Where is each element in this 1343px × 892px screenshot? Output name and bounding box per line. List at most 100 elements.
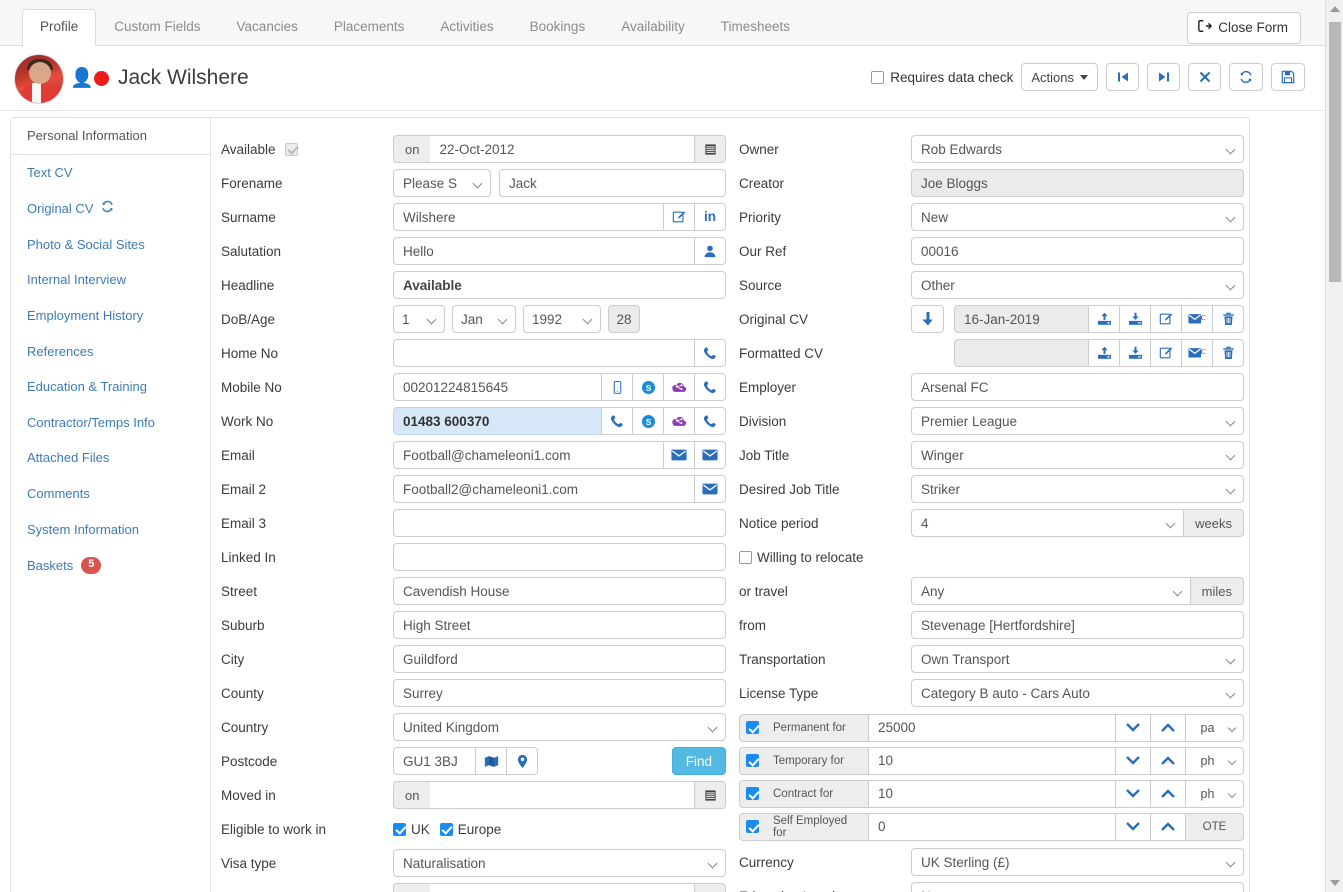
willing-to-relocate-field[interactable]: Willing to relocate [739, 550, 864, 565]
permanent-checkbox[interactable] [746, 721, 759, 734]
sidebar-item-attached-files[interactable]: Attached Files [11, 440, 210, 476]
delete-icon[interactable] [1213, 305, 1244, 333]
email-2-input[interactable]: Football2@chameleoni1.com [393, 475, 695, 503]
email-icon[interactable] [695, 441, 726, 469]
calendar-icon[interactable] [695, 883, 726, 892]
surname-input[interactable]: Wilshere [393, 203, 664, 231]
edit-icon[interactable] [664, 203, 695, 231]
temporary-checkbox[interactable] [746, 754, 759, 767]
eligible-europe-checkbox[interactable] [440, 823, 453, 836]
edit-icon[interactable] [1151, 305, 1182, 333]
self-employed-increment-button[interactable] [1151, 813, 1186, 841]
tab-timesheets[interactable]: Timesheets [703, 9, 808, 46]
sidebar-item-system-information[interactable]: System Information [11, 512, 210, 548]
temporary-increment-button[interactable] [1151, 747, 1186, 775]
home-no-input[interactable] [393, 339, 695, 367]
temporary-unit-select[interactable]: ph [1186, 747, 1244, 775]
job-title-select[interactable]: Winger [911, 441, 1244, 469]
skype-icon[interactable]: S [633, 373, 664, 401]
permanent-value-input[interactable]: 25000 [868, 714, 1116, 742]
upload-icon[interactable] [1089, 339, 1120, 367]
notice-period-select[interactable]: 4 [911, 509, 1184, 537]
phone-icon[interactable] [695, 373, 726, 401]
permanent-unit-select[interactable]: pa [1186, 714, 1244, 742]
permanent-increment-button[interactable] [1151, 714, 1186, 742]
county-input[interactable]: Surrey [393, 679, 726, 707]
cancel-button[interactable] [1188, 63, 1221, 91]
currency-select[interactable]: UK Sterling (£) [911, 848, 1244, 876]
suburb-input[interactable]: High Street [393, 611, 726, 639]
postcode-find-button[interactable]: Find [672, 747, 726, 775]
phone-icon[interactable] [602, 407, 633, 435]
tab-activities[interactable]: Activities [422, 9, 511, 46]
delete-icon[interactable] [1213, 339, 1244, 367]
vertical-scrollbar[interactable] [1325, 0, 1343, 892]
eligible-europe-field[interactable]: Europe [440, 822, 502, 837]
self-employed-checkbox-cell[interactable] [739, 813, 765, 841]
sidebar-item-contractor-temps-info[interactable]: Contractor/Temps Info [11, 405, 210, 441]
scroll-down-arrow[interactable] [1326, 874, 1343, 892]
permanent-decrement-button[interactable] [1116, 714, 1151, 742]
email-icon[interactable] [664, 441, 695, 469]
sidebar-item-employment-history[interactable]: Employment History [11, 298, 210, 334]
dob-month-select[interactable]: Jan [452, 305, 516, 333]
save-button[interactable] [1271, 63, 1305, 91]
eligible-uk-checkbox[interactable] [393, 823, 406, 836]
our-ref-input[interactable]: 00016 [911, 237, 1244, 265]
download-arrow-icon[interactable] [911, 305, 944, 333]
dob-day-select[interactable]: 1 [393, 305, 445, 333]
self-employed-decrement-button[interactable] [1116, 813, 1151, 841]
willing-to-relocate-checkbox[interactable] [739, 551, 752, 564]
first-record-button[interactable] [1106, 63, 1139, 91]
sidebar-item-education-training[interactable]: Education & Training [11, 369, 210, 405]
sidebar-item-original-cv[interactable]: Original CV [11, 190, 210, 227]
tab-custom-fields[interactable]: Custom Fields [96, 9, 218, 46]
download-icon[interactable] [1120, 305, 1151, 333]
desired-job-title-select[interactable]: Striker [911, 475, 1244, 503]
scrollbar-thumb[interactable] [1329, 22, 1341, 282]
visa-expires-date-input[interactable]: 31-Mar-2020 [430, 883, 695, 892]
permanent-checkbox-cell[interactable] [739, 714, 765, 742]
last-record-button[interactable] [1147, 63, 1180, 91]
from-input[interactable]: Stevenage [Hertfordshire] [911, 611, 1244, 639]
contract-increment-button[interactable] [1151, 780, 1186, 808]
temporary-checkbox-cell[interactable] [739, 747, 765, 775]
source-select[interactable]: Other [911, 271, 1244, 299]
tab-bookings[interactable]: Bookings [512, 9, 604, 46]
tab-placements[interactable]: Placements [316, 9, 423, 46]
city-input[interactable]: Guildford [393, 645, 726, 673]
education-level-select[interactable]: None [911, 882, 1244, 892]
salutation-input[interactable]: Hello [393, 237, 695, 265]
division-select[interactable]: Premier League [911, 407, 1244, 435]
linkedin-icon[interactable]: in [695, 203, 726, 231]
available-date-input[interactable]: 22-Oct-2012 [430, 135, 695, 163]
sidebar-item-photo-social-sites[interactable]: Photo & Social Sites [11, 227, 210, 263]
contract-checkbox-cell[interactable] [739, 780, 765, 808]
sidebar-item-comments[interactable]: Comments [11, 476, 210, 512]
street-input[interactable]: Cavendish House [393, 577, 726, 605]
tab-profile[interactable]: Profile [22, 9, 96, 46]
title-select[interactable]: Please S [393, 169, 491, 197]
country-select[interactable]: United Kingdom [393, 713, 726, 741]
mobile-phone-icon[interactable] [602, 373, 633, 401]
transportation-select[interactable]: Own Transport [911, 645, 1244, 673]
requires-data-check-checkbox[interactable] [871, 71, 884, 84]
temporary-decrement-button[interactable] [1116, 747, 1151, 775]
eligible-uk-field[interactable]: UK [393, 822, 430, 837]
tab-vacancies[interactable]: Vacancies [219, 9, 316, 46]
employer-input[interactable]: Arsenal FC [911, 373, 1244, 401]
skype-icon[interactable]: S [633, 407, 664, 435]
temporary-value-input[interactable]: 10 [868, 747, 1116, 775]
close-form-button[interactable]: Close Form [1187, 12, 1301, 44]
postcode-input[interactable]: GU1 3BJ [393, 747, 476, 775]
self-employed-checkbox[interactable] [746, 820, 759, 833]
or-travel-select[interactable]: Any [911, 577, 1191, 605]
sidebar-item-personal-information[interactable]: Personal Information [11, 117, 210, 155]
self-employed-value-input[interactable]: 0 [868, 813, 1116, 841]
share-cloud-icon[interactable] [664, 373, 695, 401]
contact-person-icon[interactable] [695, 237, 726, 265]
edit-icon[interactable] [1151, 339, 1182, 367]
requires-data-check-field[interactable]: Requires data check [871, 70, 1013, 85]
sidebar-item-baskets[interactable]: Baskets 5 [11, 547, 210, 584]
moved-in-date-input[interactable] [430, 781, 695, 809]
